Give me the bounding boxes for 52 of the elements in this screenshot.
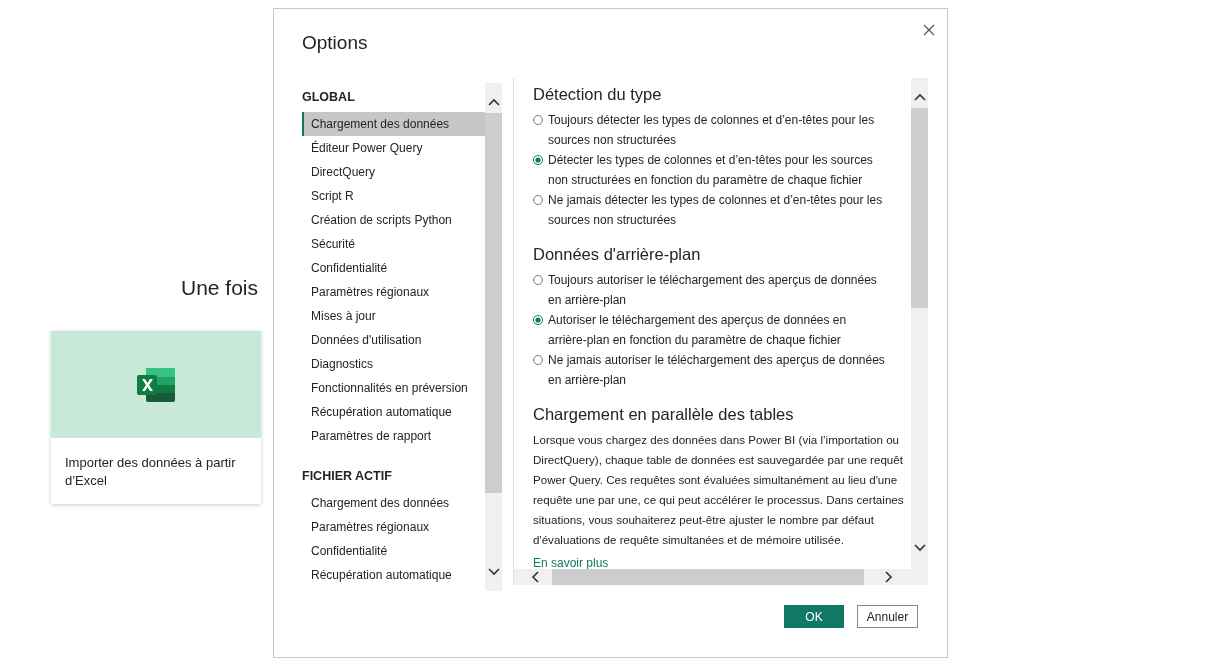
radio-button[interactable] [533, 315, 543, 325]
section-heading: GLOBAL [302, 89, 356, 106]
ok-button[interactable]: OK [784, 605, 844, 628]
nav-item[interactable]: Sécurité [302, 232, 485, 256]
description-text: Lorsque vous chargez des données dans Power BI (via l’importation ou DirectQuery), chaque table de données est sauvegardée par une requêt Power Query. Ces requêtes sont évaluées simultanément au lieu d'une requête une par une, ce qui peut accélérer le processus. Dans certaines situations, vous souhaiterez peut-être ajuster le nombre par défaut d'évaluations de requête simultanées et de mémoire utilisée. [533, 432, 905, 548]
radio-button[interactable] [533, 195, 543, 205]
radio-option[interactable]: Autoriser le téléchargement des aperçus de données en arrière-plan en fonction du paramètre de chaque fichier [533, 310, 888, 350]
nav-item[interactable]: Récupération automatique [302, 400, 485, 424]
scroll-left-icon[interactable] [530, 571, 540, 583]
spreadsheet-icon [137, 367, 175, 402]
radio-button[interactable] [533, 155, 543, 165]
section-heading: FICHIER ACTIF [302, 468, 393, 485]
radio-button[interactable] [533, 275, 543, 285]
nav-item[interactable]: Création de scripts Python [302, 208, 485, 232]
nav-item[interactable]: Récupération automatique [302, 563, 485, 587]
nav-item[interactable]: Données d'utilisation [302, 328, 485, 352]
radio-option[interactable]: Toujours autoriser le téléchargement des aperçus de données en arrière-plan [533, 270, 888, 310]
scroll-up-icon[interactable] [487, 97, 500, 107]
radio-option[interactable]: Ne jamais détecter les types de colonnes et d’en-têtes pour les sources non structurées [533, 190, 888, 230]
nav-item[interactable]: DirectQuery [302, 160, 485, 184]
nav-item[interactable]: Diagnostics [302, 352, 485, 376]
nav-item[interactable]: Paramètres de rapport [302, 424, 485, 448]
radio-button[interactable] [533, 355, 543, 365]
import-card[interactable]: Importer des données à partir d’Excel [51, 331, 261, 504]
group-title: Détection du type [533, 84, 663, 105]
nav-item[interactable]: Chargement des données [302, 112, 485, 136]
scroll-down-icon[interactable] [487, 567, 500, 577]
card-title: Importer des données à partir d’Excel [64, 454, 237, 490]
nav-item[interactable]: Mises à jour [302, 304, 485, 328]
radio-option[interactable]: Toujours détecter les types de colonnes et d’en-têtes pour les sources non structurées [533, 110, 888, 150]
radio-button[interactable] [533, 115, 543, 125]
nav-item[interactable]: Confidentialité [302, 256, 485, 280]
scroll-down-icon[interactable] [913, 543, 926, 553]
radio-option[interactable]: Détecter les types de colonnes et d’en-têtes pour les sources non structurées en fonction du paramètre de chaque fichier [533, 150, 888, 190]
scrollbar[interactable] [485, 83, 502, 591]
section-title: Chargement en parallèle des tables [533, 404, 795, 425]
group-title: Données d'arrière-plan [533, 244, 702, 265]
page-heading: Une fois [181, 275, 259, 301]
cancel-button[interactable]: Annuler [857, 605, 918, 628]
close-icon[interactable] [923, 23, 935, 36]
nav-item[interactable]: Fonctionnalités en préversion [302, 376, 485, 400]
nav-item[interactable]: Confidentialité [302, 539, 485, 563]
nav-item[interactable]: Éditeur Power Query [302, 136, 485, 160]
scroll-up-icon[interactable] [913, 92, 926, 102]
nav-item[interactable]: Chargement des données [302, 491, 485, 515]
nav-item[interactable]: Script R [302, 184, 485, 208]
nav-item[interactable]: Paramètres régionaux [302, 515, 485, 539]
scroll-right-icon[interactable] [884, 571, 894, 583]
nav-item[interactable]: Paramètres régionaux [302, 280, 485, 304]
dialog-title: Options [302, 31, 368, 55]
radio-option[interactable]: Ne jamais autoriser le téléchargement des aperçus de données en arrière-plan [533, 350, 888, 390]
learn-more-link[interactable]: En savoir plus [533, 555, 609, 569]
